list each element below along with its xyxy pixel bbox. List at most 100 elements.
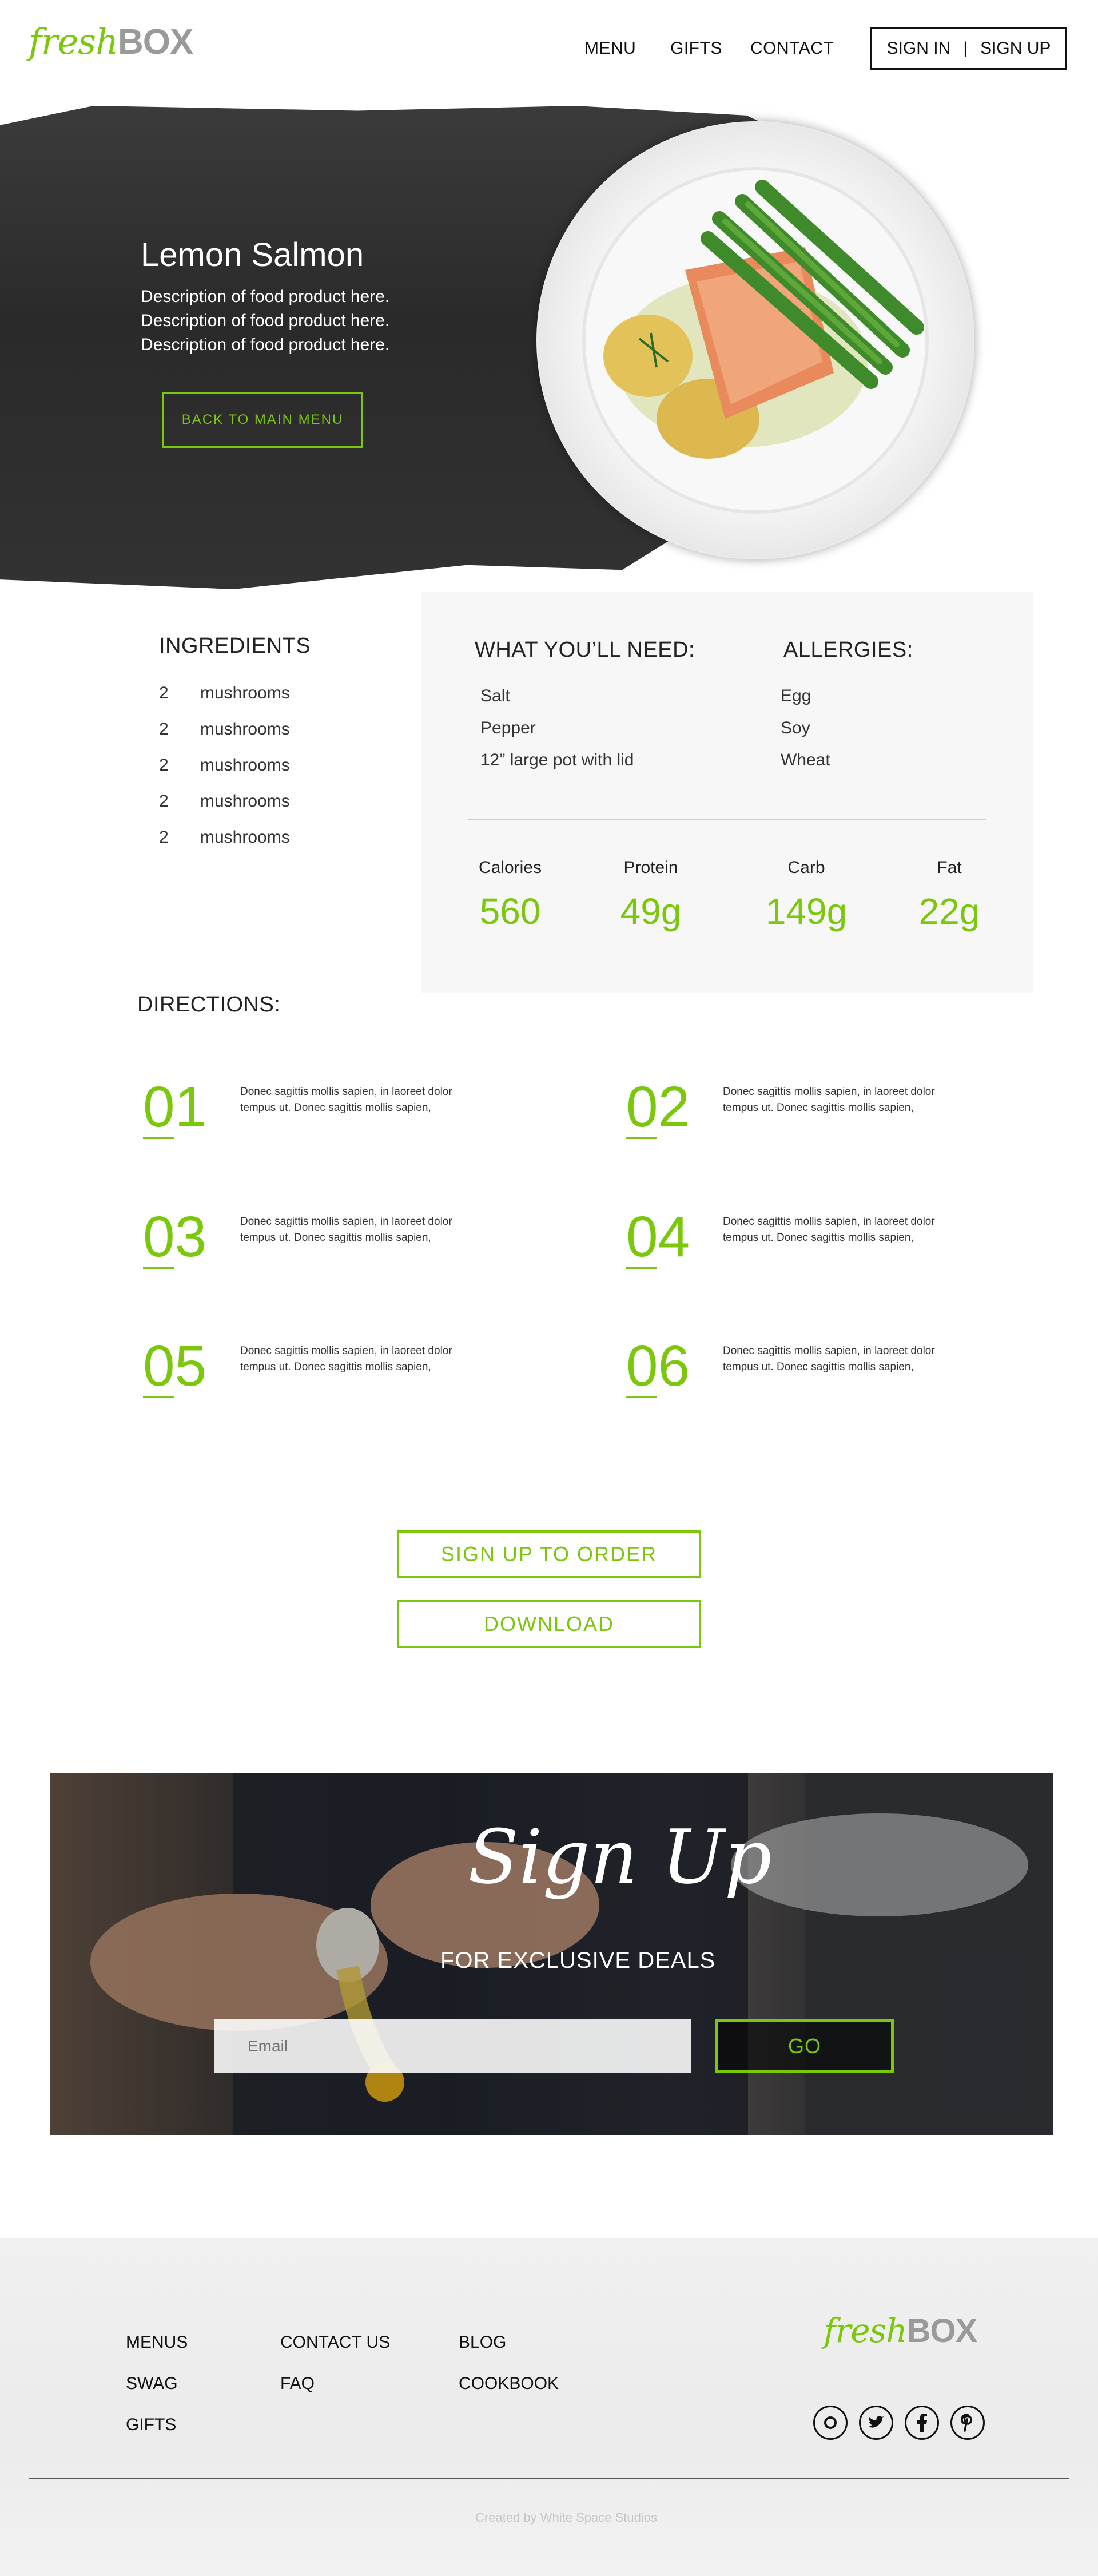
footer-link-cookbook[interactable]: COOKBOOK — [459, 2374, 559, 2415]
sign-up-link[interactable]: SIGN UP — [980, 39, 1051, 58]
footer-link-swag[interactable]: SWAG — [126, 2374, 188, 2415]
need-item: 12” large pot with lid — [480, 751, 634, 769]
footer-link-contact-us[interactable]: CONTACT US — [280, 2333, 390, 2374]
nutrition-label: Protein — [623, 858, 678, 877]
step-text: Donec sagittis mollis sapien, in laoreet… — [240, 1216, 452, 1244]
nutrition-label: Carb — [787, 858, 825, 877]
ingredient-name: mushrooms — [200, 684, 290, 702]
direction-step: 06 — [626, 1337, 690, 1398]
footer-col-3: BLOG COOKBOOK — [459, 2333, 559, 2415]
instagram-icon[interactable] — [813, 2406, 848, 2440]
logo-box-text: BOX — [906, 2312, 978, 2349]
nutrition-calories: Calories 560 — [453, 858, 567, 932]
what-you-need-list: Salt Pepper 12” large pot with lid — [480, 686, 634, 783]
salmon-dish-illustration — [582, 167, 929, 514]
food-plate-image — [536, 121, 974, 559]
nutrition-value: 49g — [620, 891, 682, 932]
ingredient-qty: 2 — [159, 684, 169, 702]
nutrition-value: 22g — [918, 891, 980, 932]
sign-up-to-order-button[interactable]: SIGN UP TO ORDER — [397, 1530, 701, 1578]
step-number: 02 — [626, 1075, 690, 1139]
ingredient-qty: 2 — [159, 720, 169, 739]
allergy-item: Egg — [781, 686, 811, 705]
auth-separator: | — [963, 39, 968, 58]
ingredients-heading: INGREDIENTS — [159, 634, 311, 658]
info-divider — [468, 819, 986, 820]
ingredient-name: mushrooms — [200, 720, 290, 739]
ingredient-name: mushrooms — [200, 792, 290, 811]
nav-contact[interactable]: CONTACT — [750, 39, 834, 58]
product-description: Description of food product here. Descri… — [141, 285, 389, 357]
direction-step: 03 — [143, 1208, 206, 1269]
ingredient-row: 2 mushrooms — [159, 792, 290, 828]
need-item: Salt — [480, 686, 510, 705]
what-you-need-heading: WHAT YOU’LL NEED: — [475, 638, 695, 662]
allergy-item: Soy — [781, 719, 810, 737]
download-button[interactable]: DOWNLOAD — [397, 1600, 701, 1648]
nutrition-value: 560 — [479, 891, 541, 932]
twitter-icon[interactable] — [859, 2406, 893, 2440]
logo-fresh-text: fresh — [824, 2311, 908, 2350]
nutrition-carb: Carb 149g — [749, 858, 864, 932]
footer-link-menus[interactable]: MENUS — [126, 2333, 188, 2374]
back-to-menu-button[interactable]: BACK TO MAIN MENU — [162, 392, 363, 448]
footer-col-1: MENUS SWAG GIFTS — [126, 2333, 188, 2456]
direction-step: 04 — [626, 1208, 690, 1269]
step-number: 03 — [143, 1205, 207, 1269]
footer-link-blog[interactable]: BLOG — [459, 2333, 559, 2374]
product-title: Lemon Salmon — [141, 236, 364, 273]
footer-logo[interactable]: freshBOX — [824, 2314, 977, 2348]
ingredient-row: 2 mushrooms — [159, 756, 290, 792]
logo-fresh-text: fresh — [29, 21, 118, 62]
nav-gifts[interactable]: GIFTS — [670, 39, 722, 58]
email-input[interactable] — [214, 2019, 691, 2073]
footer-link-gifts[interactable]: GIFTS — [126, 2415, 188, 2456]
ingredient-qty: 2 — [159, 828, 169, 847]
ingredient-qty: 2 — [159, 756, 169, 775]
direction-step: 01 — [143, 1078, 206, 1139]
step-text: Donec sagittis mollis sapien, in laoreet… — [723, 1086, 935, 1114]
nutrition-fat: Fat 22g — [892, 858, 1006, 932]
signup-script-title: Sign Up — [468, 1813, 772, 1900]
footer-col-2: CONTACT US FAQ — [280, 2333, 390, 2415]
footer-link-faq[interactable]: FAQ — [280, 2374, 390, 2415]
direction-step: 02 — [626, 1078, 690, 1139]
step-number: 05 — [143, 1334, 207, 1398]
footer-credit: Created by White Space Studios — [475, 2510, 657, 2525]
footer-divider — [29, 2478, 1069, 2479]
ingredient-name: mushrooms — [200, 828, 290, 847]
signup-banner: Sign Up FOR EXCLUSIVE DEALS GO — [50, 1773, 1053, 2135]
logo-box-text: BOX — [118, 22, 193, 62]
step-text: Donec sagittis mollis sapien, in laoreet… — [723, 1345, 935, 1373]
ingredient-qty: 2 — [159, 792, 169, 811]
step-text: Donec sagittis mollis sapien, in laoreet… — [240, 1345, 452, 1373]
sign-in-link[interactable]: SIGN IN — [887, 39, 951, 58]
social-icons — [813, 2406, 985, 2440]
nav-menu[interactable]: MENU — [584, 39, 636, 58]
nutrition-value: 149g — [765, 891, 848, 932]
exclusive-deals-text: FOR EXCLUSIVE DEALS — [440, 1948, 716, 1973]
auth-box: SIGN IN | SIGN UP — [870, 27, 1067, 70]
pinterest-icon[interactable] — [950, 2406, 985, 2440]
ingredients-list: 2 mushrooms 2 mushrooms 2 mushrooms 2 mushro… — [159, 684, 290, 864]
logo[interactable]: freshBOX — [29, 24, 193, 60]
facebook-icon[interactable] — [905, 2406, 939, 2440]
ingredient-name: mushrooms — [200, 756, 290, 775]
nutrition-protein: Protein 49g — [594, 858, 708, 932]
need-item: Pepper — [480, 719, 536, 737]
step-number: 01 — [143, 1075, 207, 1139]
step-text: Donec sagittis mollis sapien, in laoreet… — [240, 1086, 452, 1114]
ingredient-row: 2 mushrooms — [159, 684, 290, 720]
go-button[interactable]: GO — [715, 2019, 894, 2073]
directions-heading: DIRECTIONS: — [137, 993, 281, 1017]
ingredient-row: 2 mushrooms — [159, 828, 290, 864]
allergy-item: Wheat — [781, 751, 830, 769]
allergies-heading: ALLERGIES: — [783, 638, 913, 662]
nutrition-label: Calories — [478, 858, 542, 877]
step-number: 04 — [626, 1205, 690, 1269]
description-line: Description of food product here. — [141, 311, 390, 330]
ingredient-row: 2 mushrooms — [159, 720, 290, 756]
allergies-list: Egg Soy Wheat — [781, 686, 830, 783]
step-number: 06 — [626, 1334, 690, 1398]
step-text: Donec sagittis mollis sapien, in laoreet… — [723, 1216, 935, 1244]
